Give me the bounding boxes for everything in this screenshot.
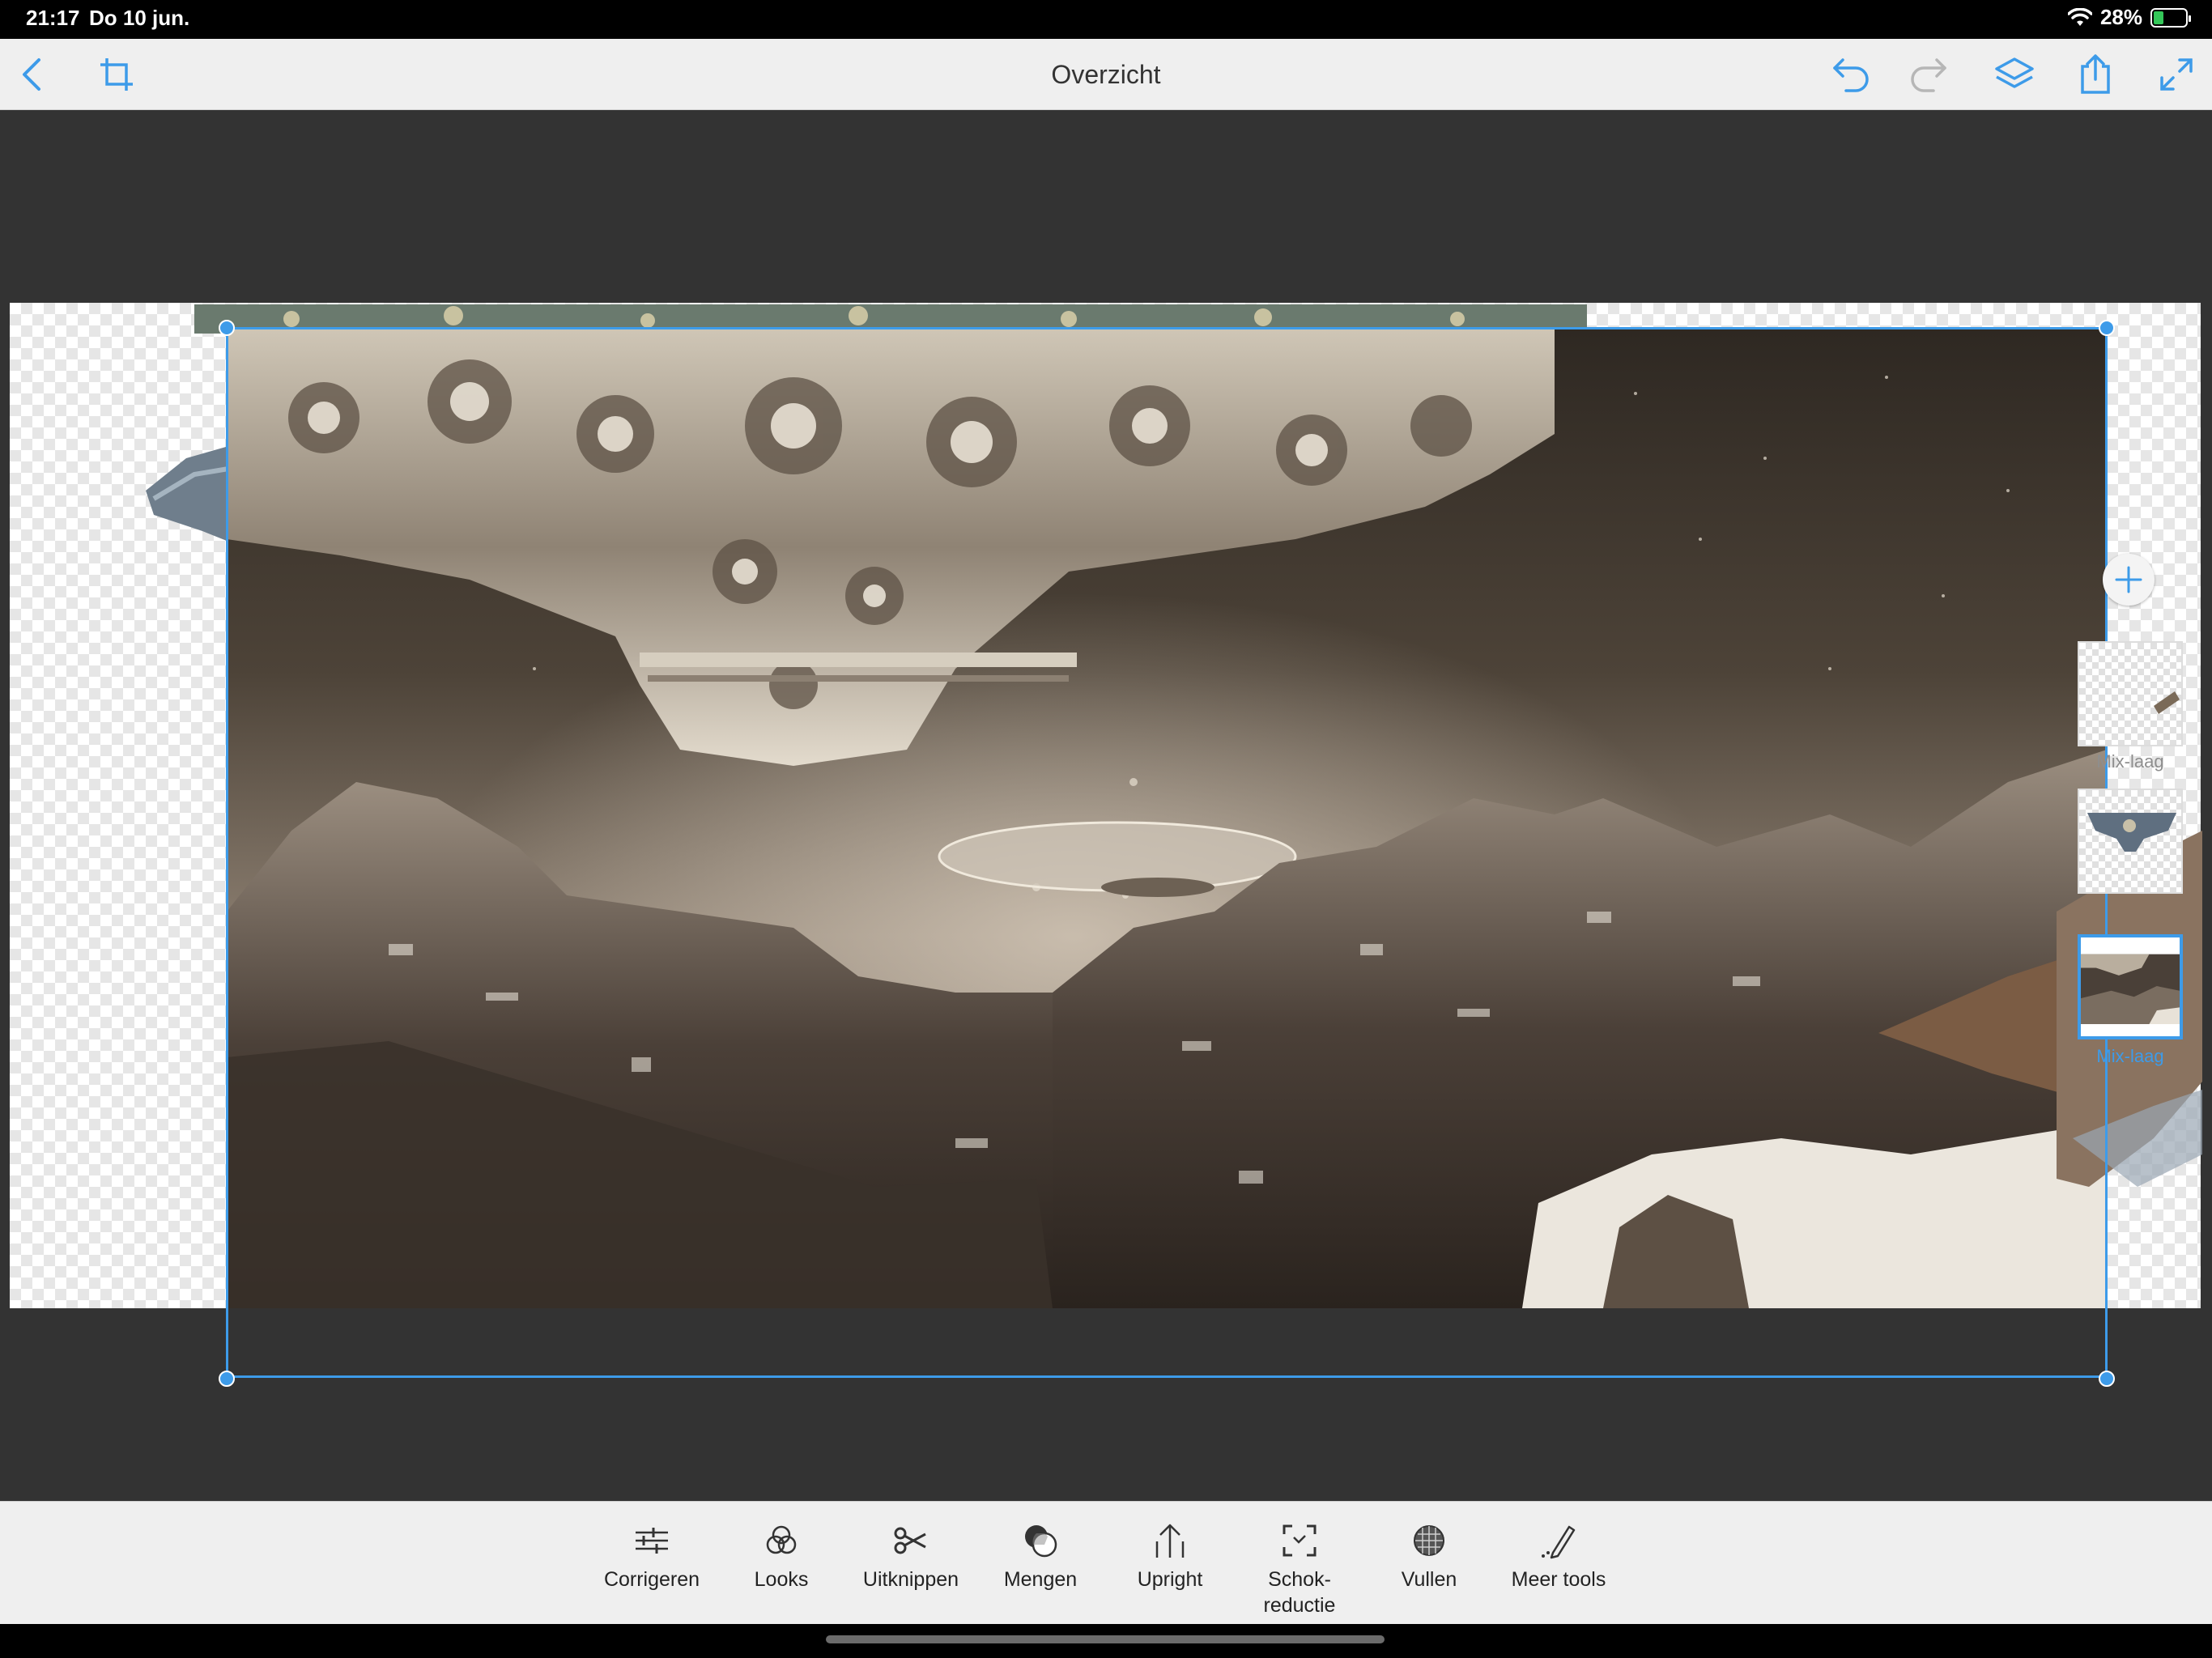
layer-1-preview bbox=[2154, 691, 2180, 714]
home-indicator[interactable] bbox=[826, 1635, 1385, 1643]
home-area bbox=[0, 1624, 2212, 1658]
share-button[interactable] bbox=[2073, 52, 2118, 97]
plus-icon bbox=[2115, 566, 2142, 593]
layers-icon bbox=[1995, 57, 2034, 88]
shake-reduction-icon bbox=[1283, 1524, 1317, 1557]
looks-icon bbox=[766, 1525, 797, 1554]
layer-label-3: Mix-laag bbox=[2096, 1046, 2164, 1066]
tool-upright[interactable]: Upright bbox=[1105, 1520, 1235, 1592]
undo-button[interactable] bbox=[1827, 52, 1872, 97]
undo-icon bbox=[1833, 58, 1869, 92]
top-toolbar: Overzicht bbox=[0, 39, 2212, 110]
tool-label-upright: Upright bbox=[1137, 1568, 1203, 1591]
layer-thumbnail-3[interactable] bbox=[2078, 934, 2183, 1039]
tool-label-corrigeren: Corrigeren bbox=[603, 1568, 700, 1591]
redo-icon bbox=[1911, 58, 1946, 92]
status-date: Do 10 jun. bbox=[89, 6, 190, 30]
tool-label-vullen: Vullen bbox=[1401, 1568, 1457, 1591]
fullscreen-icon bbox=[2160, 58, 2193, 91]
scissors-icon bbox=[894, 1527, 926, 1554]
layers-button[interactable] bbox=[1992, 52, 2037, 97]
battery-icon bbox=[2150, 7, 2191, 28]
more-tools-icon bbox=[1542, 1525, 1576, 1559]
canvas-area[interactable]: Mix-laag Mix-laag bbox=[0, 110, 2212, 1501]
share-icon bbox=[2081, 54, 2110, 94]
selection-handle-top-right[interactable] bbox=[2099, 320, 2115, 336]
layer-2-preview bbox=[2087, 813, 2176, 852]
tool-corrigeren[interactable]: Corrigeren bbox=[587, 1520, 717, 1592]
bottom-toolbar: Corrigeren Looks Uitknippen Mengen Uprig… bbox=[0, 1501, 2212, 1624]
wifi-icon bbox=[2067, 7, 2092, 26]
page-title: Overzicht bbox=[1051, 60, 1161, 89]
layer-3-preview bbox=[2081, 937, 2180, 1036]
upright-icon bbox=[1155, 1524, 1185, 1558]
fill-icon bbox=[1414, 1525, 1444, 1556]
add-layer-button[interactable] bbox=[2103, 554, 2155, 606]
tool-label-looks: Looks bbox=[754, 1568, 809, 1591]
tool-label-uitknippen: Uitknippen bbox=[862, 1568, 959, 1591]
selection-frame[interactable] bbox=[226, 327, 2108, 1378]
sliders-icon bbox=[636, 1528, 668, 1554]
tool-label-meer-tools: Meer tools bbox=[1511, 1568, 1606, 1591]
tool-label-mengen: Mengen bbox=[1003, 1568, 1078, 1591]
selection-handle-bottom-right[interactable] bbox=[2099, 1371, 2115, 1387]
tool-label-schokreductie: Schok- bbox=[1268, 1568, 1331, 1591]
layer-thumbnail-2[interactable] bbox=[2078, 789, 2183, 894]
battery-percent: 28% bbox=[2099, 5, 2142, 29]
tool-vullen[interactable]: Vullen bbox=[1364, 1520, 1494, 1592]
status-bar: 21:17 Do 10 jun. 28% bbox=[0, 0, 2212, 39]
tool-label-schokreductie-line2: reductie bbox=[1263, 1594, 1336, 1617]
layer-thumbnail-1[interactable] bbox=[2078, 641, 2183, 746]
layer-label-1: Mix-laag bbox=[2096, 751, 2164, 772]
fullscreen-button[interactable] bbox=[2154, 52, 2199, 97]
tool-uitknippen[interactable]: Uitknippen bbox=[846, 1520, 976, 1592]
tool-looks[interactable]: Looks bbox=[717, 1520, 846, 1592]
status-time: 21:17 bbox=[26, 6, 80, 30]
tool-meer-tools[interactable]: Meer tools bbox=[1494, 1520, 1623, 1592]
blend-icon bbox=[1025, 1525, 1057, 1558]
tool-mengen[interactable]: Mengen bbox=[976, 1520, 1105, 1592]
selection-handle-top-left[interactable] bbox=[219, 320, 235, 336]
selection-handle-bottom-left[interactable] bbox=[219, 1371, 235, 1387]
redo-button[interactable] bbox=[1908, 52, 1953, 97]
status-indicators: 28% bbox=[2067, 5, 2191, 30]
tool-schokreductie[interactable]: Schok- reductie bbox=[1235, 1520, 1364, 1618]
